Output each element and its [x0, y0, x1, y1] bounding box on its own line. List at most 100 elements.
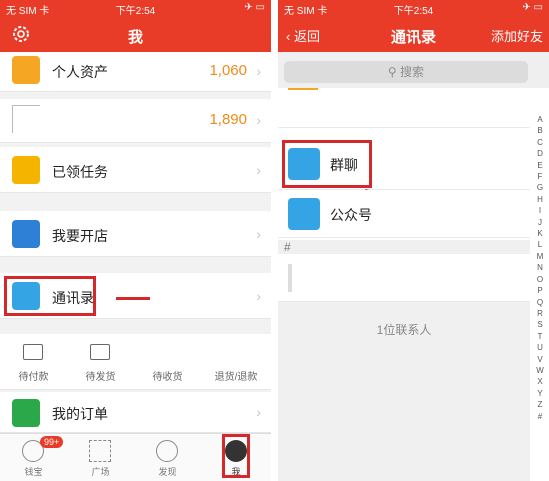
- points-value: 1,890: [209, 111, 247, 128]
- search-input[interactable]: ⚲ 搜索: [284, 61, 528, 83]
- alphabet-letter[interactable]: M: [533, 251, 547, 262]
- alphabet-letter[interactable]: E: [533, 160, 547, 171]
- alphabet-letter[interactable]: I: [533, 205, 547, 216]
- order-label: 待发货: [85, 372, 116, 383]
- search-placeholder: 搜索: [400, 65, 425, 79]
- contacts-highlight-box: [4, 276, 96, 316]
- alphabet-letter[interactable]: R: [533, 308, 547, 319]
- partial-row-divider: [278, 88, 530, 128]
- section-header: #: [278, 240, 530, 254]
- row-personal-assets[interactable]: 个人资产 1,060 ›: [0, 52, 271, 92]
- status-bar: 无 SIM 卡 下午2:54 ✈ ▭: [0, 0, 271, 17]
- chevron-right-icon: ›: [256, 112, 261, 128]
- group-chat-highlight-box: [282, 140, 372, 188]
- tab-discover[interactable]: 发现: [134, 434, 201, 481]
- contact-count: 1位联系人: [376, 323, 432, 337]
- row-points[interactable]: 1,890 ›: [0, 99, 271, 143]
- row-official-accounts[interactable]: 公众号: [278, 190, 530, 238]
- row-label: 公众号: [330, 207, 372, 223]
- alphabet-letter[interactable]: J: [533, 217, 547, 228]
- tab-me-highlight-box: [222, 434, 250, 478]
- alphabet-letter[interactable]: Z: [533, 399, 547, 410]
- placeholder-icon: [12, 105, 40, 133]
- search-icon: ⚲: [387, 65, 401, 79]
- status-right: ✈ ▭: [244, 2, 265, 13]
- tab-label: 发现: [158, 467, 177, 477]
- alphabet-letter[interactable]: K: [533, 228, 547, 239]
- alphabet-letter[interactable]: A: [533, 114, 547, 125]
- order-returns[interactable]: 退货/退款: [201, 334, 271, 390]
- wallet-icon: [23, 344, 43, 360]
- alphabet-letter[interactable]: #: [533, 411, 547, 422]
- alphabet-letter[interactable]: O: [533, 274, 547, 285]
- alphabet-letter[interactable]: G: [533, 182, 547, 193]
- shop-icon: [12, 220, 40, 248]
- chevron-right-icon: ›: [256, 63, 261, 79]
- truck-icon: [90, 344, 110, 360]
- chevron-right-icon: ›: [256, 162, 261, 178]
- alphabet-letter[interactable]: H: [533, 194, 547, 205]
- order-status-strip: 待付款 待发货 待收货 退货/退款: [0, 334, 271, 390]
- pointer-arrow: [116, 297, 150, 300]
- status-time: 下午2:54: [115, 6, 156, 17]
- alphabet-letter[interactable]: U: [533, 342, 547, 353]
- row-label: 已领任务: [52, 164, 108, 180]
- alphabet-letter[interactable]: N: [533, 262, 547, 273]
- grid-icon: [89, 440, 111, 462]
- search-bar: ⚲ 搜索: [278, 52, 549, 88]
- status-time: 下午2:54: [393, 6, 434, 17]
- row-open-shop[interactable]: 我要开店 ›: [0, 211, 271, 257]
- contact-row[interactable]: [278, 254, 530, 302]
- row-received-tasks[interactable]: 已领任务 ›: [0, 147, 271, 193]
- nav-bar: 我: [0, 18, 271, 52]
- header-bar: 无 SIM 卡 下午2:54 ✈ ▭ ‹ 返回 通讯录 添加好友: [278, 0, 549, 52]
- alphabet-letter[interactable]: D: [533, 148, 547, 159]
- nav-bar: ‹ 返回 通讯录 添加好友: [278, 18, 549, 52]
- row-my-orders[interactable]: 我的订单 ›: [0, 392, 271, 433]
- chevron-right-icon: ›: [256, 404, 261, 420]
- unread-badge: 99+: [40, 436, 64, 448]
- alphabet-letter[interactable]: C: [533, 137, 547, 148]
- row-label: 我要开店: [52, 228, 108, 244]
- header-bar: 无 SIM 卡 下午2:54 ✈ ▭ 我: [0, 0, 271, 52]
- alphabet-letter[interactable]: P: [533, 285, 547, 296]
- tab-label: 广场: [91, 467, 110, 477]
- chevron-right-icon: ›: [256, 288, 261, 304]
- tab-label: 钱宝: [24, 467, 43, 477]
- contacts-screen: 无 SIM 卡 下午2:54 ✈ ▭ ‹ 返回 通讯录 添加好友 ⚲ 搜索 群聊…: [278, 0, 549, 481]
- order-pending-shipment[interactable]: 待发货: [67, 334, 134, 390]
- status-right: ✈ ▭: [522, 2, 543, 13]
- order-label: 退货/退款: [214, 372, 258, 383]
- alphabet-letter[interactable]: X: [533, 376, 547, 387]
- order-pending-payment[interactable]: 待付款: [0, 334, 67, 390]
- alphabet-letter[interactable]: W: [533, 365, 547, 376]
- order-pending-receipt[interactable]: 待收货: [134, 334, 201, 390]
- official-account-icon: [288, 198, 320, 230]
- row-label: 我的订单: [52, 406, 108, 422]
- order-label: 待收货: [152, 372, 183, 383]
- add-friend-button[interactable]: 添加好友: [491, 26, 543, 45]
- tab-square[interactable]: 广场: [67, 434, 134, 481]
- task-icon: [12, 156, 40, 184]
- alphabet-letter[interactable]: Y: [533, 388, 547, 399]
- alphabet-letter[interactable]: S: [533, 319, 547, 330]
- profile-screen: 无 SIM 卡 下午2:54 ✈ ▭ 我 个人资产 1,060 › 1,890 …: [0, 0, 271, 481]
- tab-wallet[interactable]: 99+ 钱宝: [0, 434, 67, 481]
- status-bar: 无 SIM 卡 下午2:54 ✈ ▭: [278, 0, 549, 17]
- alphabet-letter[interactable]: B: [533, 125, 547, 136]
- money-bag-icon: [12, 56, 40, 84]
- alphabet-letter[interactable]: V: [533, 354, 547, 365]
- basket-icon: [12, 399, 40, 427]
- alphabet-letter[interactable]: F: [533, 171, 547, 182]
- alphabet-letter[interactable]: Q: [533, 297, 547, 308]
- chevron-right-icon: ›: [256, 226, 261, 242]
- contact-avatar: [288, 264, 292, 292]
- alphabet-letter[interactable]: T: [533, 331, 547, 342]
- assets-value: 1,060: [209, 62, 247, 79]
- order-label: 待付款: [18, 372, 49, 383]
- page-title: 我: [127, 29, 143, 46]
- alphabet-index[interactable]: A B C D E F G H I J K L M N O P Q R S T U V W X Y Z #: [533, 114, 547, 422]
- alphabet-letter[interactable]: L: [533, 239, 547, 250]
- row-label: 个人资产: [52, 64, 108, 80]
- planet-icon: [156, 440, 178, 462]
